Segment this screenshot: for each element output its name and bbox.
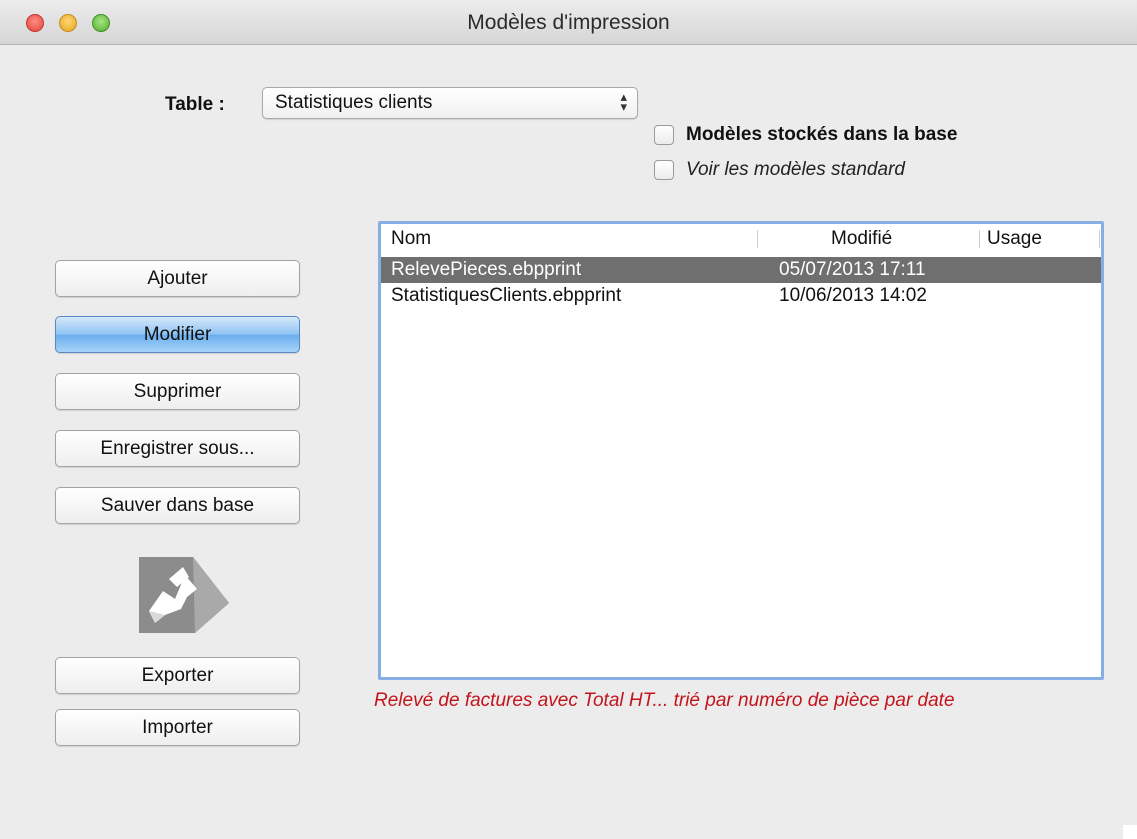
stored-in-db-label: Modèles stockés dans la base	[686, 124, 958, 145]
stored-in-db-checkbox[interactable]	[654, 125, 674, 145]
column-header-modified[interactable]: Modifié	[831, 228, 892, 250]
save-as-button[interactable]: Enregistrer sous...	[55, 430, 300, 467]
modify-button[interactable]: Modifier	[55, 316, 300, 353]
save-in-db-button[interactable]: Sauver dans base	[55, 487, 300, 524]
row-modified: 10/06/2013 14:02	[779, 285, 927, 306]
column-separator	[1099, 230, 1100, 248]
delete-button[interactable]: Supprimer	[55, 373, 300, 410]
column-separator	[757, 230, 758, 248]
column-header-usage[interactable]: Usage	[987, 228, 1042, 250]
table-row[interactable]: StatistiquesClients.ebpprint 10/06/2013 …	[381, 283, 1101, 309]
import-button[interactable]: Importer	[55, 709, 300, 746]
export-button[interactable]: Exporter	[55, 657, 300, 694]
show-standard-option[interactable]: Voir les modèles standard	[654, 159, 905, 181]
row-name: StatistiquesClients.ebpprint	[391, 285, 622, 306]
template-description: Relevé de factures avec Total HT... trié…	[374, 690, 955, 711]
table-label: Table :	[165, 94, 225, 115]
row-modified: 05/07/2013 17:11	[779, 259, 926, 280]
templates-list[interactable]: Nom Modifié Usage RelevePieces.ebpprint …	[378, 221, 1104, 680]
resize-grip[interactable]	[1123, 825, 1137, 839]
table-select[interactable]: Statistiques clients ▴ ▾	[262, 87, 638, 119]
column-separator	[979, 230, 980, 248]
table-select-value: Statistiques clients	[275, 92, 433, 113]
show-standard-checkbox[interactable]	[654, 160, 674, 180]
table-row[interactable]: RelevePieces.ebpprint 05/07/2013 17:11	[381, 257, 1101, 283]
show-standard-label: Voir les modèles standard	[686, 159, 905, 180]
column-header-name[interactable]: Nom	[391, 228, 431, 250]
select-arrows-icon: ▴ ▾	[620, 89, 627, 114]
add-button[interactable]: Ajouter	[55, 260, 300, 297]
window-title: Modèles d'impression	[467, 11, 670, 34]
print-templates-window: Modèles d'impression Table : Statistique…	[0, 0, 1137, 839]
title-bar[interactable]: Modèles d'impression	[0, 0, 1137, 45]
list-header: Nom Modifié Usage	[381, 224, 1101, 254]
stored-in-db-option[interactable]: Modèles stockés dans la base	[654, 124, 957, 146]
row-name: RelevePieces.ebpprint	[391, 259, 582, 280]
export-arrow-icon	[139, 557, 229, 633]
